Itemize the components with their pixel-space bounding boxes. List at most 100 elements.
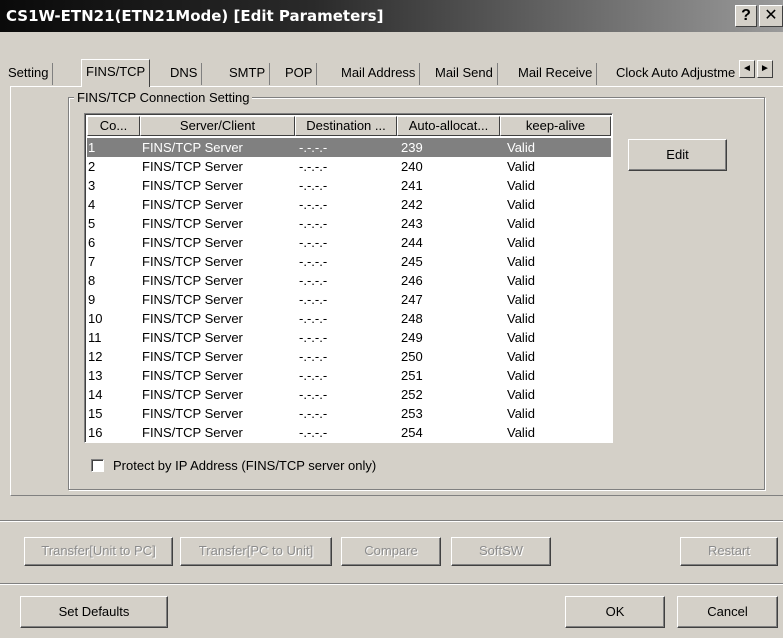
tab-clock-auto-adjustment[interactable]: Clock Auto Adjustme bbox=[612, 63, 739, 85]
tab-strip: Setting FINS/TCP DNS SMTP POP Mail Addre… bbox=[0, 33, 783, 93]
tab-smtp[interactable]: SMTP bbox=[225, 63, 271, 85]
softsw-button[interactable]: SoftSW bbox=[451, 537, 551, 566]
cell-connection-number: 1 bbox=[88, 140, 96, 155]
ok-button[interactable]: OK bbox=[565, 596, 665, 628]
cell-keep-alive: Valid bbox=[507, 273, 535, 288]
cell-destination: -.-.-.- bbox=[299, 311, 328, 326]
protect-by-ip-checkbox[interactable] bbox=[91, 459, 104, 472]
column-header-auto-allocated[interactable]: Auto-allocat... bbox=[397, 116, 500, 136]
cell-destination: -.-.-.- bbox=[299, 178, 328, 193]
window-title: CS1W-ETN21(ETN21Mode) [Edit Parameters] bbox=[6, 7, 384, 25]
group-label: FINS/TCP Connection Setting bbox=[74, 90, 253, 105]
cell-auto-allocated: 241 bbox=[401, 178, 423, 193]
cell-server-client: FINS/TCP Server bbox=[142, 406, 243, 421]
cell-keep-alive: Valid bbox=[507, 349, 535, 364]
cell-server-client: FINS/TCP Server bbox=[142, 140, 243, 155]
column-header-server-client[interactable]: Server/Client bbox=[140, 116, 295, 136]
cell-server-client: FINS/TCP Server bbox=[142, 216, 243, 231]
cell-keep-alive: Valid bbox=[507, 254, 535, 269]
cell-server-client: FINS/TCP Server bbox=[142, 311, 243, 326]
tab-mail-address[interactable]: Mail Address bbox=[337, 63, 421, 85]
help-button[interactable]: ? bbox=[735, 5, 757, 27]
cell-keep-alive: Valid bbox=[507, 197, 535, 212]
cell-keep-alive: Valid bbox=[507, 387, 535, 402]
cell-destination: -.-.-.- bbox=[299, 216, 328, 231]
table-row[interactable]: 5 FINS/TCP Server -.-.-.- 243 Valid bbox=[87, 214, 611, 233]
cancel-button[interactable]: Cancel bbox=[677, 596, 778, 628]
tab-scroll-left-icon[interactable]: ◄ bbox=[739, 60, 755, 78]
set-defaults-button[interactable]: Set Defaults bbox=[20, 596, 168, 628]
cell-connection-number: 14 bbox=[88, 387, 103, 402]
tab-mail-receive[interactable]: Mail Receive bbox=[514, 63, 598, 85]
transfer-unit-to-pc-button[interactable]: Transfer[Unit to PC] bbox=[24, 537, 173, 566]
cell-auto-allocated: 243 bbox=[401, 216, 423, 231]
connection-list[interactable]: Co... Server/Client Destination ... Auto… bbox=[84, 113, 613, 443]
table-row[interactable]: 3 FINS/TCP Server -.-.-.- 241 Valid bbox=[87, 176, 611, 195]
table-row[interactable]: 2 FINS/TCP Server -.-.-.- 240 Valid bbox=[87, 157, 611, 176]
cell-connection-number: 6 bbox=[88, 235, 96, 250]
table-row[interactable]: 7 FINS/TCP Server -.-.-.- 245 Valid bbox=[87, 252, 611, 271]
cell-auto-allocated: 245 bbox=[401, 254, 423, 269]
cell-server-client: FINS/TCP Server bbox=[142, 235, 243, 250]
cell-server-client: FINS/TCP Server bbox=[142, 292, 243, 307]
restart-button[interactable]: Restart bbox=[680, 537, 778, 566]
table-row[interactable]: 12 FINS/TCP Server -.-.-.- 250 Valid bbox=[87, 347, 611, 366]
tab-scroll-right-icon[interactable]: ► bbox=[757, 60, 773, 78]
cell-connection-number: 15 bbox=[88, 406, 103, 421]
table-row[interactable]: 11 FINS/TCP Server -.-.-.- 249 Valid bbox=[87, 328, 611, 347]
cell-destination: -.-.-.- bbox=[299, 349, 328, 364]
cell-keep-alive: Valid bbox=[507, 425, 535, 440]
cell-connection-number: 2 bbox=[88, 159, 96, 174]
cell-auto-allocated: 252 bbox=[401, 387, 423, 402]
cell-destination: -.-.-.- bbox=[299, 273, 328, 288]
column-header-destination[interactable]: Destination ... bbox=[295, 116, 397, 136]
cell-connection-number: 5 bbox=[88, 216, 96, 231]
cell-keep-alive: Valid bbox=[507, 330, 535, 345]
cell-auto-allocated: 240 bbox=[401, 159, 423, 174]
table-row[interactable]: 16 FINS/TCP Server -.-.-.- 254 Valid bbox=[87, 423, 611, 442]
cell-auto-allocated: 253 bbox=[401, 406, 423, 421]
cell-destination: -.-.-.- bbox=[299, 292, 328, 307]
cell-keep-alive: Valid bbox=[507, 292, 535, 307]
cell-connection-number: 9 bbox=[88, 292, 96, 307]
title-bar: CS1W-ETN21(ETN21Mode) [Edit Parameters] … bbox=[0, 0, 783, 32]
transfer-pc-to-unit-button[interactable]: Transfer[PC to Unit] bbox=[180, 537, 332, 566]
cell-keep-alive: Valid bbox=[507, 235, 535, 250]
edit-button[interactable]: Edit bbox=[628, 139, 727, 171]
tab-setting[interactable]: Setting bbox=[4, 63, 54, 85]
cell-destination: -.-.-.- bbox=[299, 425, 328, 440]
table-row[interactable]: 10 FINS/TCP Server -.-.-.- 248 Valid bbox=[87, 309, 611, 328]
table-row[interactable]: 6 FINS/TCP Server -.-.-.- 244 Valid bbox=[87, 233, 611, 252]
list-header: Co... Server/Client Destination ... Auto… bbox=[87, 116, 611, 136]
cell-connection-number: 10 bbox=[88, 311, 103, 326]
table-row[interactable]: 15 FINS/TCP Server -.-.-.- 253 Valid bbox=[87, 404, 611, 423]
tab-fins-tcp[interactable]: FINS/TCP bbox=[81, 59, 151, 87]
tab-mail-send[interactable]: Mail Send bbox=[431, 63, 498, 85]
close-button[interactable]: ✕ bbox=[759, 5, 783, 27]
cell-auto-allocated: 250 bbox=[401, 349, 423, 364]
table-row[interactable]: 1 FINS/TCP Server -.-.-.- 239 Valid bbox=[87, 138, 611, 157]
table-row[interactable]: 9 FINS/TCP Server -.-.-.- 247 Valid bbox=[87, 290, 611, 309]
cell-keep-alive: Valid bbox=[507, 368, 535, 383]
cell-connection-number: 13 bbox=[88, 368, 103, 383]
cell-auto-allocated: 249 bbox=[401, 330, 423, 345]
table-row[interactable]: 14 FINS/TCP Server -.-.-.- 252 Valid bbox=[87, 385, 611, 404]
cell-connection-number: 4 bbox=[88, 197, 96, 212]
cell-connection-number: 7 bbox=[88, 254, 96, 269]
cell-server-client: FINS/TCP Server bbox=[142, 254, 243, 269]
table-row[interactable]: 4 FINS/TCP Server -.-.-.- 242 Valid bbox=[87, 195, 611, 214]
column-header-keep-alive[interactable]: keep-alive bbox=[500, 116, 611, 136]
tab-pop[interactable]: POP bbox=[281, 63, 318, 85]
cell-keep-alive: Valid bbox=[507, 216, 535, 231]
column-header-connection[interactable]: Co... bbox=[87, 116, 140, 136]
cell-destination: -.-.-.- bbox=[299, 330, 328, 345]
table-row[interactable]: 8 FINS/TCP Server -.-.-.- 246 Valid bbox=[87, 271, 611, 290]
cell-server-client: FINS/TCP Server bbox=[142, 349, 243, 364]
cell-auto-allocated: 248 bbox=[401, 311, 423, 326]
cell-auto-allocated: 239 bbox=[401, 140, 423, 155]
tab-dns[interactable]: DNS bbox=[166, 63, 203, 85]
cell-keep-alive: Valid bbox=[507, 159, 535, 174]
cell-keep-alive: Valid bbox=[507, 406, 535, 421]
compare-button[interactable]: Compare bbox=[341, 537, 441, 566]
table-row[interactable]: 13 FINS/TCP Server -.-.-.- 251 Valid bbox=[87, 366, 611, 385]
